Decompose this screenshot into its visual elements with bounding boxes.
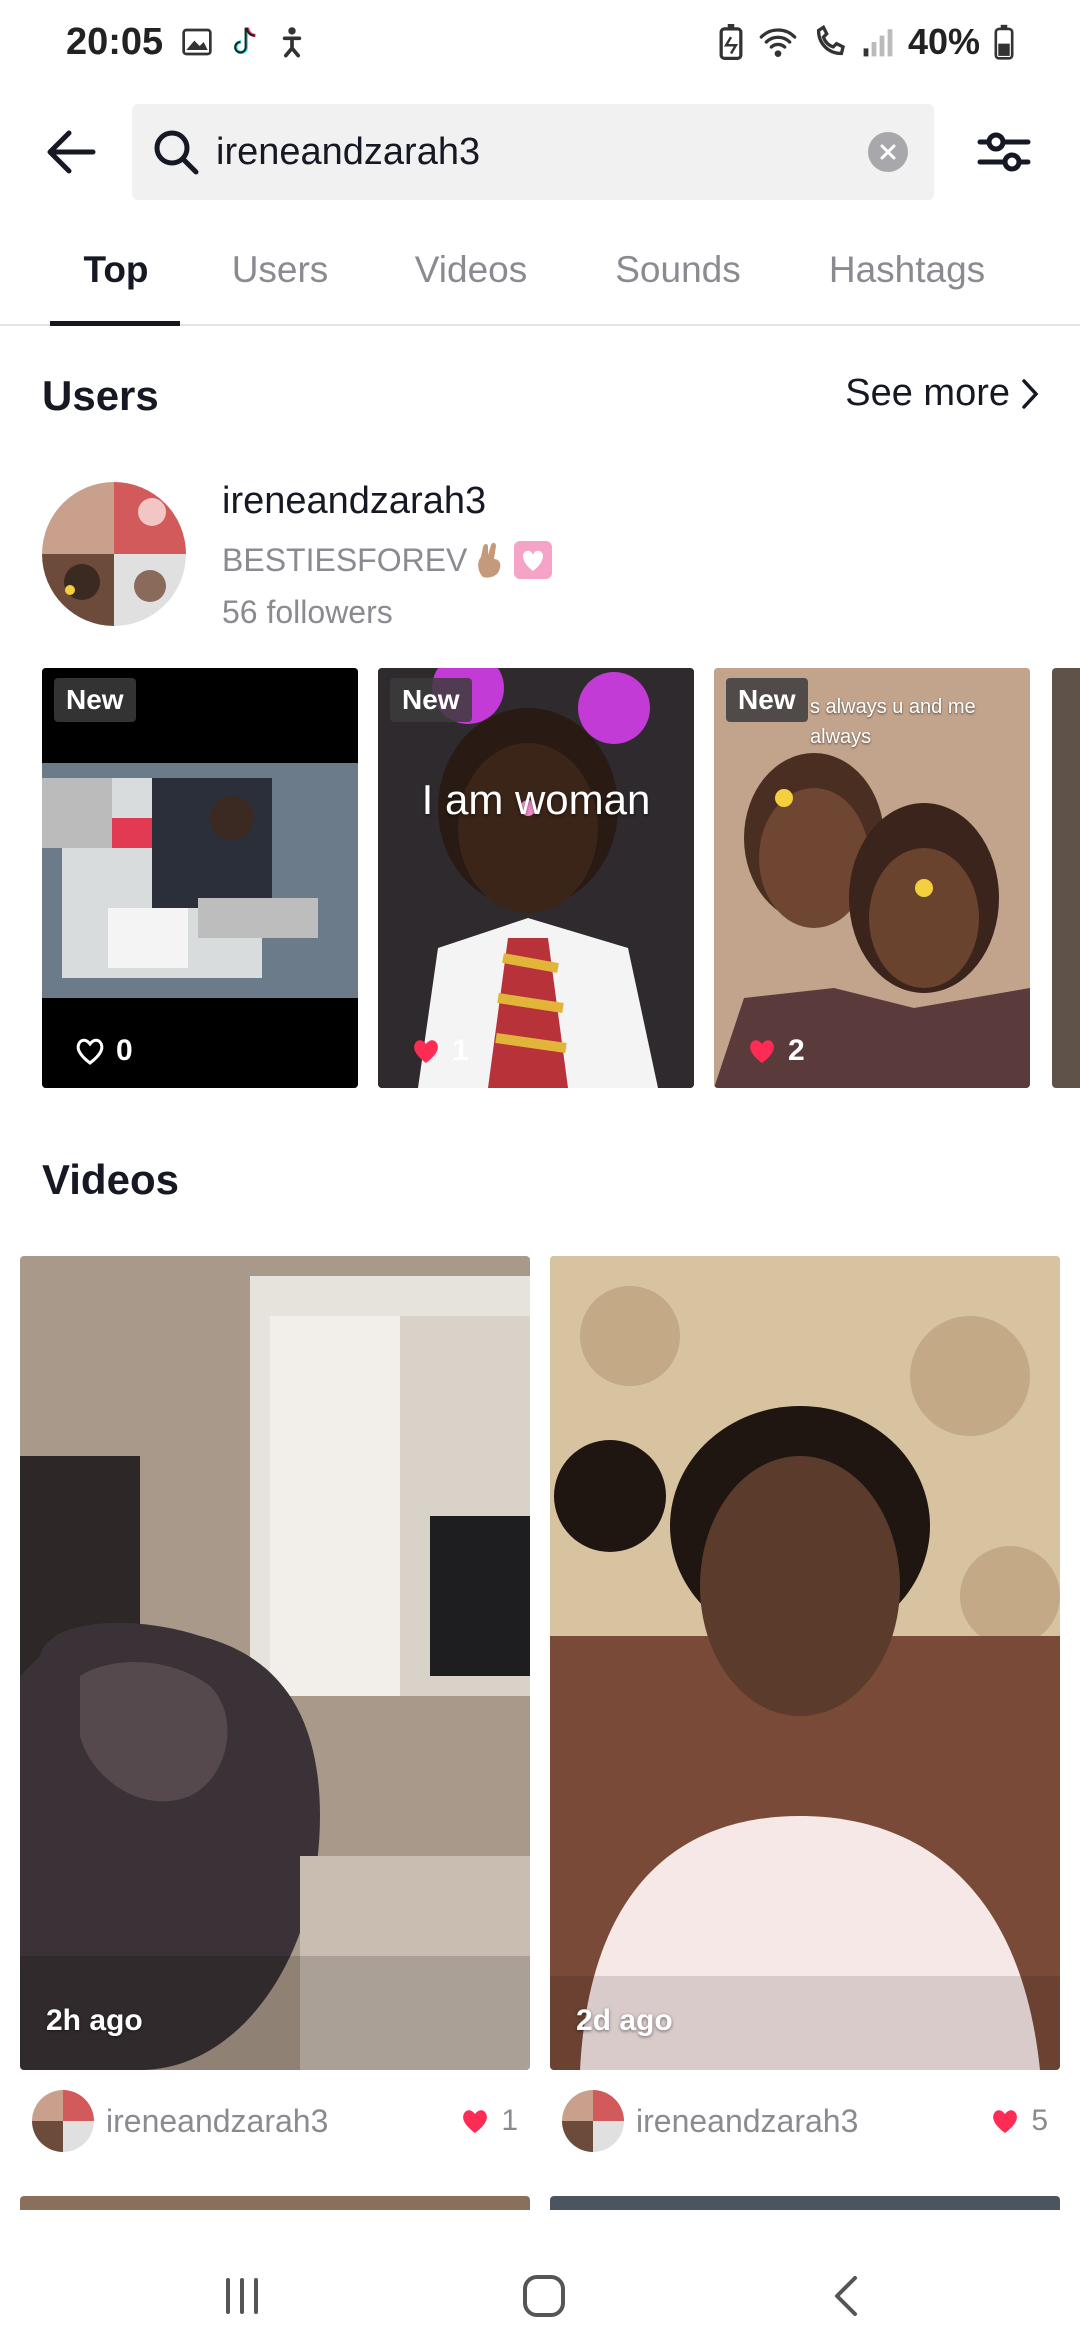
video-card[interactable]: 2h ago (20, 1256, 530, 2070)
user-video-thumb[interactable]: I am woman New 1 (378, 668, 694, 1088)
user-result-card[interactable]: ireneandzarah3 BESTIESFOREV 56 followers (42, 480, 1042, 630)
video-likes: 1 (459, 2104, 518, 2138)
user-videos-row: New 0 I am woman New 1 s always u and me… (42, 668, 1080, 1088)
system-back-button[interactable] (806, 2266, 886, 2326)
tab-sounds[interactable]: Sounds (598, 230, 758, 326)
tab-users[interactable]: Users (212, 230, 348, 326)
see-more-label: See more (845, 372, 1010, 414)
avatar[interactable] (562, 2090, 624, 2152)
signal-icon (863, 29, 893, 57)
thumb-likes-count: 2 (788, 1034, 805, 1067)
search-icon (154, 130, 199, 175)
video-likes: 5 (989, 2104, 1048, 2138)
user-name: ireneandzarah3 (222, 480, 487, 522)
active-tab-indicator (50, 321, 180, 326)
heart-filled-icon (414, 1040, 438, 1063)
gallery-icon (182, 28, 212, 56)
video-author[interactable]: ireneandzarah3 (636, 2103, 858, 2140)
battery-saver-icon (719, 24, 743, 60)
tab-hashtags[interactable]: Hashtags (808, 230, 1006, 326)
heart-filled-icon (993, 2110, 1018, 2133)
status-notification-icons (181, 25, 307, 59)
video-meta: ireneandzarah3 1 (20, 2086, 530, 2156)
chevron-left-icon (835, 2276, 857, 2316)
heart-box-emoji-icon (514, 541, 553, 579)
filter-button[interactable] (972, 120, 1036, 184)
recent-apps-button[interactable] (202, 2266, 282, 2326)
new-badge: New (54, 678, 136, 722)
tab-videos[interactable]: Videos (398, 230, 544, 326)
thumb-likes: 1 (410, 1034, 469, 1068)
user-followers: 56 followers (222, 594, 393, 630)
arrow-left-icon (47, 130, 96, 174)
status-bar: 20:05 40% (0, 0, 1080, 84)
system-nav-bar (0, 2250, 1080, 2340)
avatar[interactable] (32, 2090, 94, 2152)
tiktok-icon (234, 27, 256, 55)
search-tabs: Top Users Videos Sounds Hashtags (0, 230, 1080, 326)
thumb-likes: 0 (74, 1034, 133, 1068)
home-icon (523, 2275, 565, 2317)
user-video-thumb[interactable]: New 0 (42, 668, 358, 1088)
see-more-link[interactable]: See more (845, 372, 1040, 415)
sliders-icon (977, 132, 1031, 172)
users-section-title: Users (42, 372, 159, 419)
new-badge: New (726, 678, 808, 722)
video-likes-count: 5 (1031, 2104, 1048, 2137)
user-bio-text: BESTIESFOREV (222, 541, 468, 578)
video-thumbnail-image (20, 1256, 530, 2070)
video-thumbnail-image (550, 1256, 1060, 2070)
videos-section-title: Videos (42, 1156, 179, 1203)
video-card[interactable]: 2d ago (550, 1256, 1060, 2070)
thumb-likes-count: 1 (452, 1034, 469, 1067)
recent-apps-icon (226, 2278, 258, 2314)
avatar[interactable] (42, 482, 186, 626)
battery-icon (994, 24, 1014, 60)
heart-outline-icon (76, 1038, 104, 1065)
thumb-likes: 2 (746, 1034, 805, 1068)
heart-filled-icon (750, 1040, 774, 1063)
search-input[interactable]: ireneandzarah3 (132, 104, 934, 200)
thumb-overlay-text: s always u and me always (810, 696, 976, 748)
video-timestamp: 2h ago (46, 2004, 143, 2037)
new-badge: New (390, 678, 472, 722)
accessibility-icon (282, 27, 302, 58)
clear-search-button[interactable] (868, 132, 908, 172)
wifi-calling-icon (816, 25, 845, 56)
video-timestamp: 2d ago (576, 2004, 673, 2037)
video-card-partial[interactable] (20, 2196, 530, 2210)
user-video-thumb[interactable]: s always u and me always New 2 (714, 668, 1030, 1088)
video-thumbnail-image (378, 668, 694, 1088)
status-system-icons: 40% (718, 21, 1014, 63)
video-thumbnail-image (42, 668, 358, 1088)
user-video-thumb-partial[interactable] (1052, 668, 1080, 1088)
video-meta: ireneandzarah3 5 (550, 2086, 1060, 2156)
close-icon (880, 144, 896, 160)
thumb-overlay-text: I am woman (421, 776, 651, 823)
status-time: 20:05 (66, 20, 164, 63)
crossed-fingers-emoji-icon (478, 542, 501, 578)
video-author[interactable]: ireneandzarah3 (106, 2103, 328, 2140)
video-card-partial[interactable] (550, 2196, 1060, 2210)
thumb-likes-count: 0 (116, 1034, 133, 1067)
back-button[interactable] (38, 118, 106, 186)
search-query[interactable]: ireneandzarah3 (216, 104, 480, 200)
home-button[interactable] (504, 2266, 584, 2326)
battery-percent: 40% (907, 21, 980, 62)
heart-filled-icon (463, 2110, 488, 2133)
search-header: ireneandzarah3 (0, 104, 1080, 200)
tab-top[interactable]: Top (50, 230, 182, 326)
wifi-icon (759, 28, 797, 57)
chevron-right-icon (1022, 378, 1039, 409)
video-likes-count: 1 (501, 2104, 518, 2137)
user-bio: BESTIESFOREV (222, 540, 553, 580)
